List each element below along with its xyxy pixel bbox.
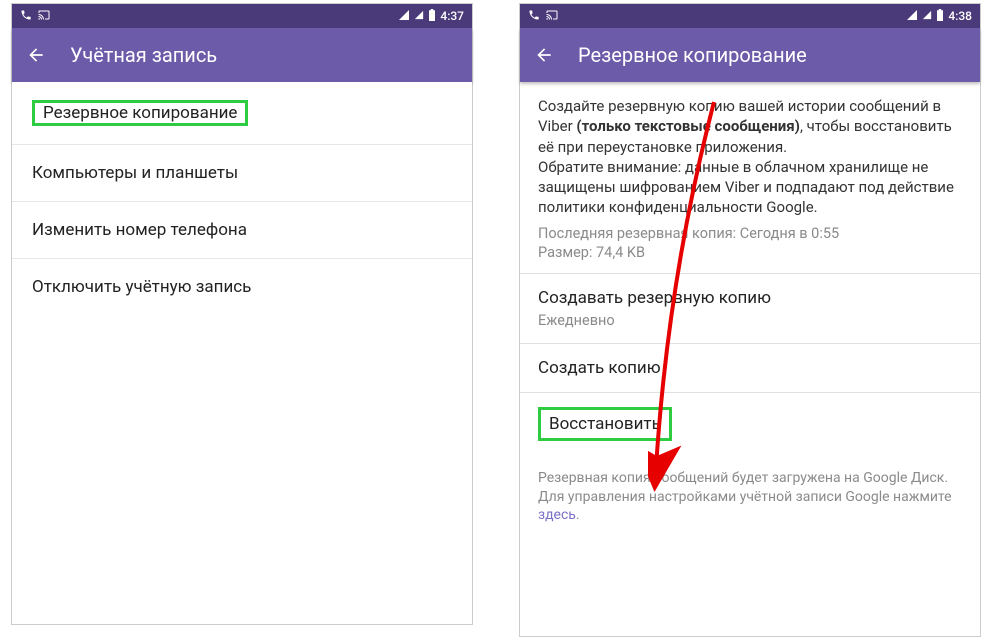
menu-item-change-number[interactable]: Изменить номер телефона bbox=[12, 202, 472, 259]
phone-screenshot-right: 4:38 Резервное копирование Создайте резе… bbox=[520, 4, 980, 636]
battery-icon bbox=[428, 9, 436, 24]
schedule-backup-item[interactable]: Создавать резервную копию Ежедневно bbox=[520, 273, 980, 343]
menu-item-backup[interactable]: Резервное копирование bbox=[12, 82, 472, 145]
cell-icon bbox=[414, 9, 424, 24]
menu-item-deactivate[interactable]: Отключить учётную запись bbox=[12, 259, 472, 315]
phone-icon bbox=[528, 9, 540, 24]
page-title: Учётная запись bbox=[70, 43, 217, 67]
cast-icon bbox=[546, 9, 558, 24]
signal-icon bbox=[906, 9, 918, 24]
status-time: 4:37 bbox=[440, 9, 464, 23]
last-backup-info: Последняя резервная копия: Сегодня в 0:5… bbox=[538, 224, 962, 263]
cast-icon bbox=[38, 9, 50, 24]
app-bar: Резервное копирование bbox=[520, 28, 980, 82]
battery-icon bbox=[936, 9, 944, 24]
phone-icon bbox=[20, 9, 32, 24]
backup-description: Создайте резервную копию вашей истории с… bbox=[520, 82, 980, 273]
status-bar: 4:37 bbox=[12, 4, 472, 28]
back-icon[interactable] bbox=[26, 45, 46, 65]
signal-icon bbox=[398, 9, 410, 24]
menu-item-computers[interactable]: Компьютеры и планшеты bbox=[12, 145, 472, 202]
cell-icon bbox=[922, 9, 932, 24]
create-backup-item[interactable]: Создать копию bbox=[520, 343, 980, 392]
restore-backup-item[interactable]: Восстановить bbox=[520, 392, 980, 455]
back-icon[interactable] bbox=[534, 45, 554, 65]
google-settings-link[interactable]: здесь bbox=[538, 507, 576, 523]
phone-screenshot-left: 4:37 Учётная запись Резервное копировани… bbox=[12, 4, 472, 624]
app-bar: Учётная запись bbox=[12, 28, 472, 82]
status-bar: 4:38 bbox=[520, 4, 980, 28]
backup-footer-note: Резервная копия сообщений будет загружен… bbox=[520, 455, 980, 540]
page-title: Резервное копирование bbox=[578, 43, 807, 67]
status-time: 4:38 bbox=[948, 9, 972, 23]
